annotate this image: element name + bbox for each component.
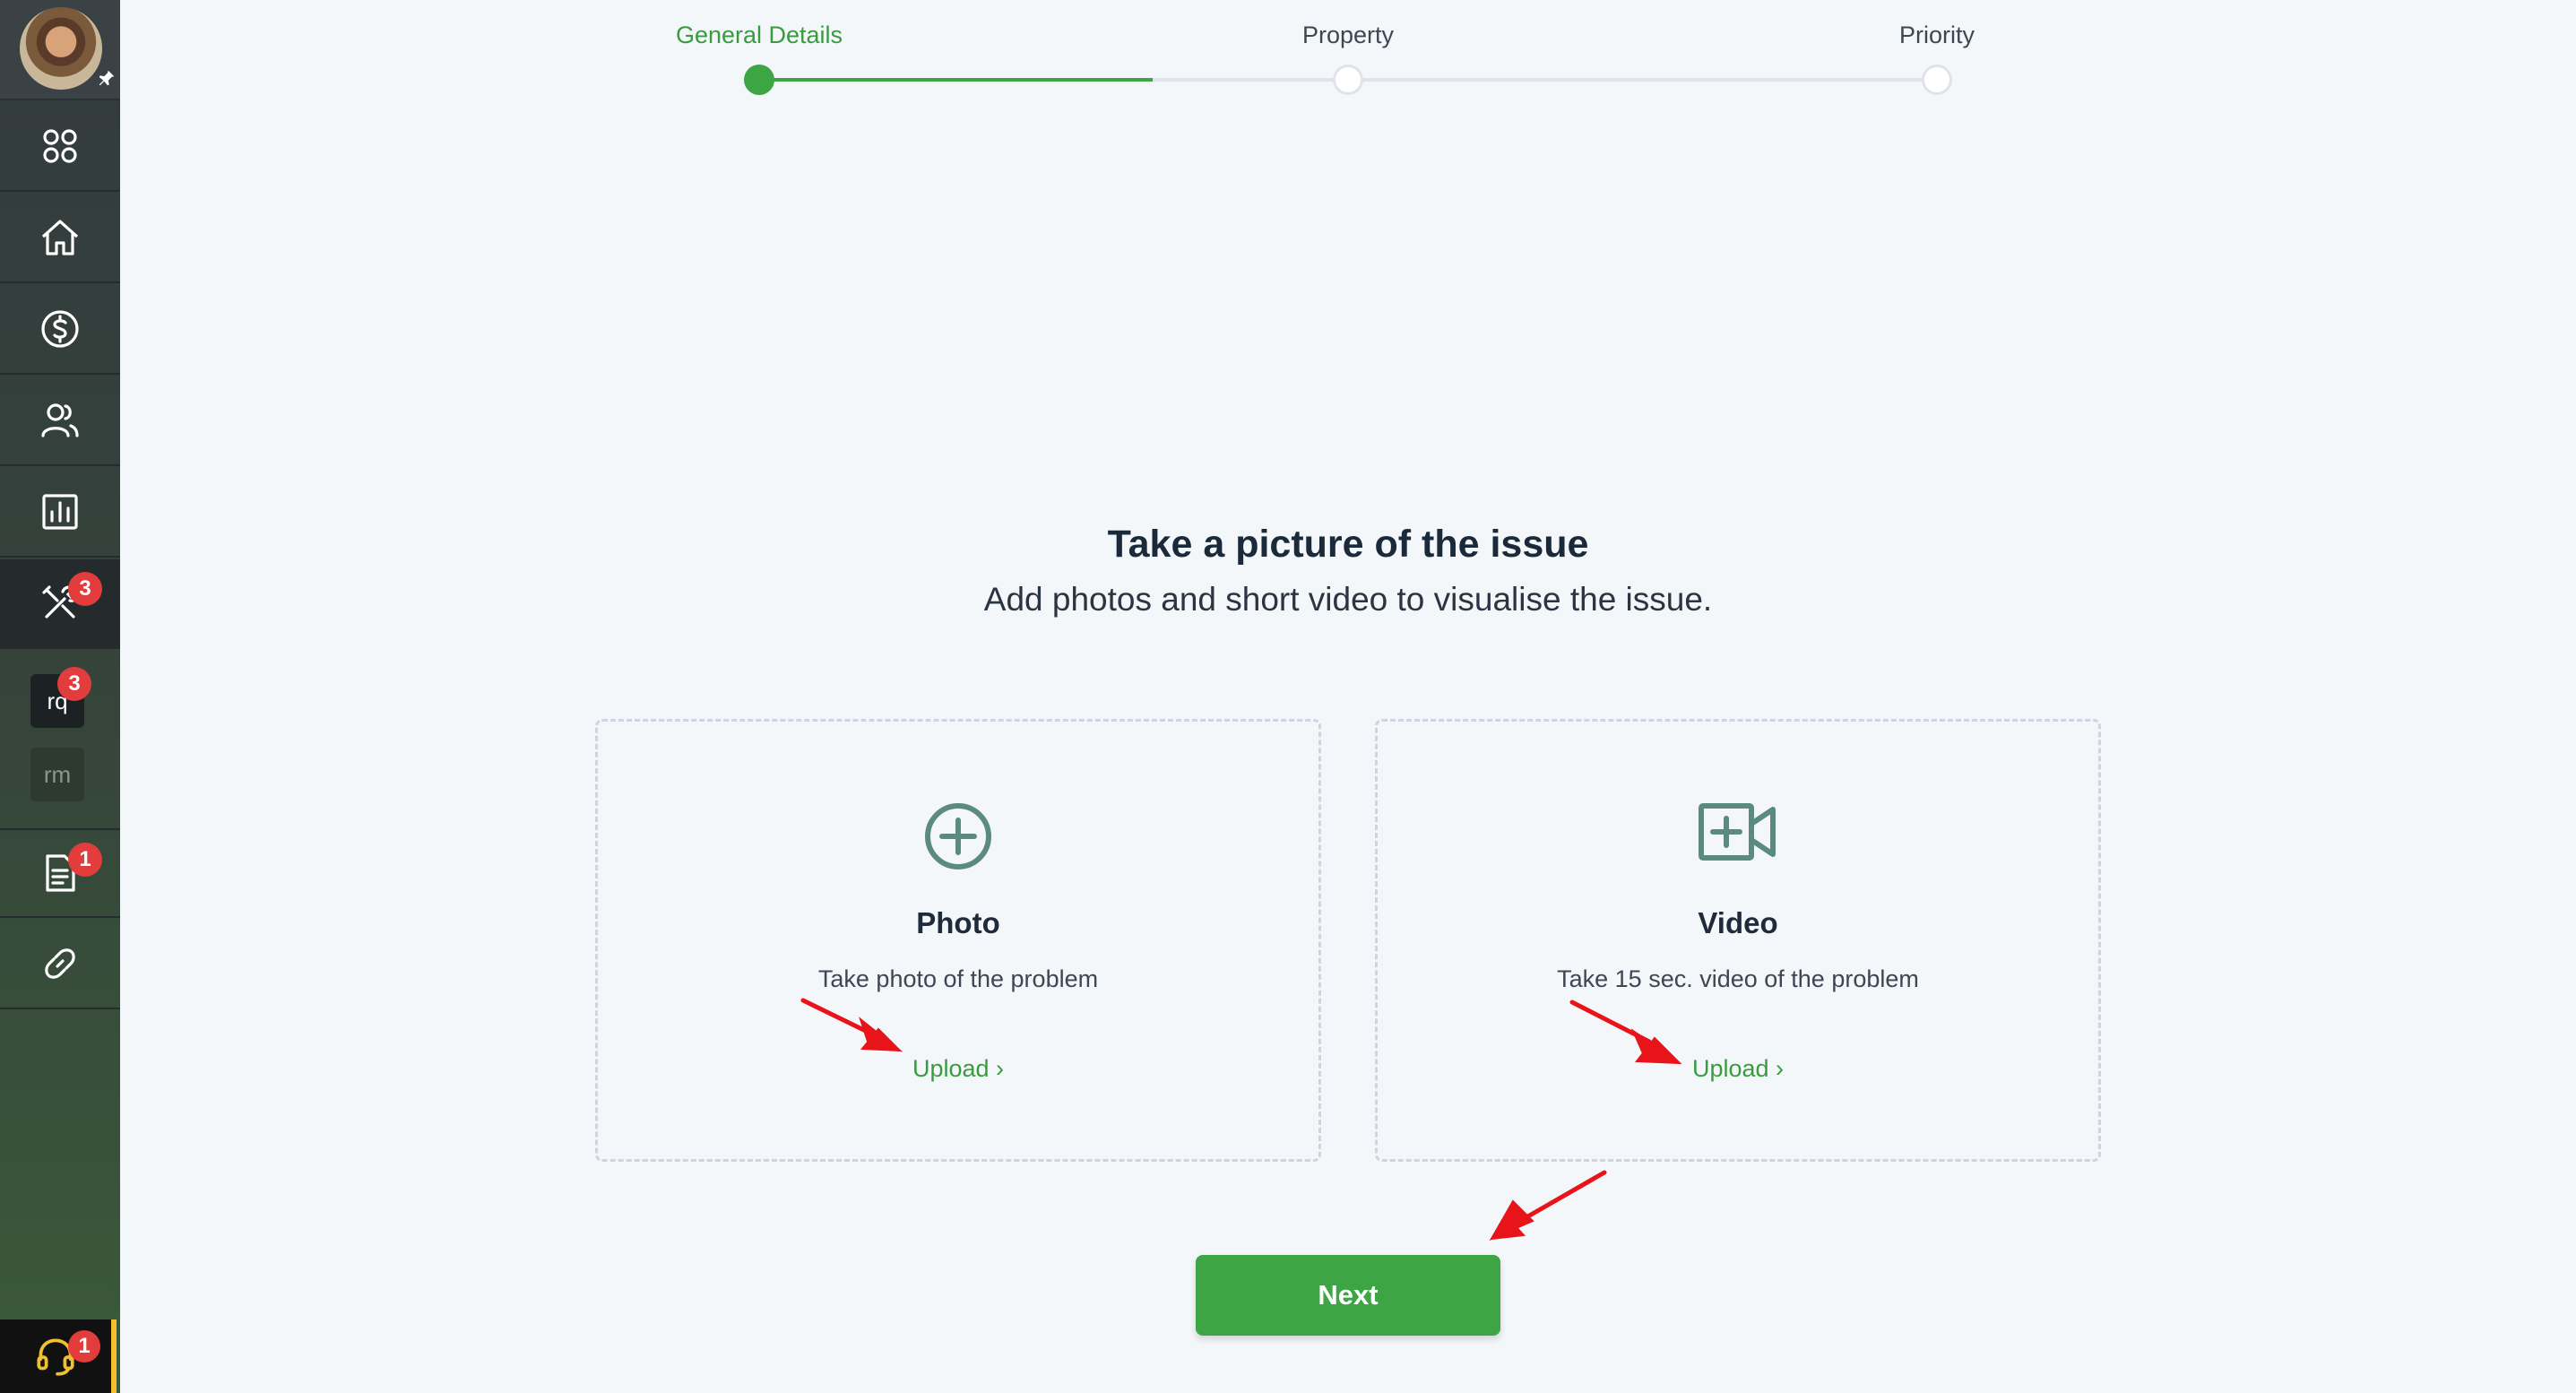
video-card-title: Video: [1698, 906, 1778, 939]
maintenance-badge: 3: [68, 572, 102, 606]
photo-card-description: Take photo of the problem: [817, 965, 1099, 992]
app-root: 3 rq 3 rm 1 1 General Details Property P…: [0, 0, 2576, 1393]
stepper-track-remaining: [1153, 78, 1937, 82]
step-label-property[interactable]: Property: [1302, 22, 1394, 49]
page-subtitle: Add photos and short video to visualise …: [983, 581, 1713, 618]
annotation-arrows: [800, 998, 1682, 1242]
support-button[interactable]: 1: [0, 1319, 117, 1393]
sidebar-item-finance[interactable]: [0, 285, 120, 375]
plus-circle-icon: [925, 803, 991, 870]
sidebar-item-apps[interactable]: [0, 102, 120, 192]
pin-icon[interactable]: [97, 68, 117, 88]
stepper-track-complete: [759, 78, 1153, 82]
users-icon: [41, 403, 79, 437]
photo-upload-link[interactable]: Upload ›: [912, 1055, 1004, 1083]
dollar-circle-icon: [41, 310, 79, 348]
sidebar-item-reports[interactable]: [0, 468, 120, 558]
link-icon: [45, 948, 75, 979]
page-title: Take a picture of the issue: [1107, 523, 1589, 566]
avatar[interactable]: [20, 7, 102, 90]
video-card-description: Take 15 sec. video of the problem: [1557, 965, 1919, 992]
video-upload-card[interactable]: Video Take 15 sec. video of the problem …: [1375, 719, 2101, 1162]
avatar-area: [0, 0, 120, 100]
documents-badge: 1: [68, 843, 102, 877]
bar-chart-icon: [42, 494, 78, 530]
sidebar-item-links[interactable]: [0, 920, 120, 1009]
rm-label: rm: [43, 760, 72, 788]
step-label-priority[interactable]: Priority: [1899, 22, 1975, 49]
photo-card-title: Photo: [916, 906, 1000, 939]
home-icon: [41, 220, 79, 255]
video-upload-link[interactable]: Upload ›: [1692, 1055, 1784, 1083]
sidebar-rm-button[interactable]: rm: [30, 748, 84, 801]
sidebar-item-home[interactable]: [0, 194, 120, 283]
sidebar-item-people[interactable]: [0, 376, 120, 466]
next-button[interactable]: Next: [1196, 1255, 1500, 1336]
step-dot-general-details[interactable]: [744, 65, 774, 95]
sidebar-item-documents[interactable]: 1: [0, 828, 120, 918]
photo-upload-card[interactable]: Photo Take photo of the problem Upload ›: [595, 719, 1321, 1162]
annotation-arrow-next: [1489, 1170, 1607, 1242]
step-label-general-details[interactable]: General Details: [676, 22, 843, 49]
sidebar-item-maintenance[interactable]: 3: [0, 559, 120, 649]
sidebar: 3 rq 3 rm 1 1: [0, 0, 120, 1393]
video-plus-icon: [1699, 803, 1776, 861]
step-dot-priority[interactable]: [1922, 65, 1952, 95]
apps-grid-icon: [43, 129, 77, 163]
step-dot-property[interactable]: [1333, 65, 1363, 95]
rq-badge: 3: [57, 667, 91, 701]
support-badge: 1: [68, 1330, 100, 1363]
